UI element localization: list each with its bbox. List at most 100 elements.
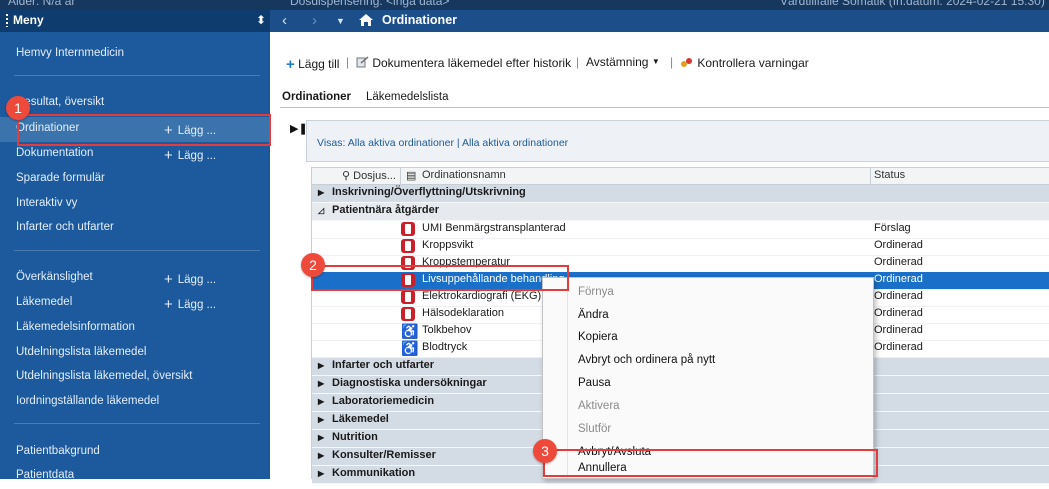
check-warnings-button[interactable]: Kontrollera varningar [680, 55, 809, 70]
wheelchair-icon: ♿ [401, 323, 419, 339]
sidebar-item-resultat[interactable]: Resultat, översikt [0, 91, 270, 116]
sidebar-item-iordningstallande[interactable]: Iordningställande läkemedel [0, 390, 270, 415]
sidebar-item-interaktiv-vy[interactable]: Interaktiv vy [0, 192, 270, 217]
order-icon [401, 239, 415, 253]
sidebar-item-label: Utdelningslista läkemedel [16, 346, 147, 358]
check-warnings-label: Kontrollera varningar [697, 56, 809, 70]
expand-icon[interactable]: ▶ [318, 433, 324, 442]
document-history-button[interactable]: Dokumentera läkemedel efter historik [356, 55, 571, 70]
sidebar-item-lakemedelsinformation[interactable]: Läkemedelsinformation [0, 316, 270, 341]
expand-icon[interactable]: ▶ [318, 379, 324, 388]
order-status: Ordinerad [874, 239, 923, 251]
plus-icon: + [164, 271, 173, 288]
menu-item-andra[interactable]: Ändra [578, 309, 609, 321]
add-label: Lägg ... [177, 274, 217, 286]
home-icon[interactable] [358, 13, 374, 27]
column-dose-adjust[interactable]: ⚲ Dosjus... [342, 169, 396, 182]
group-label: Laboratoriemedicin [332, 395, 435, 407]
order-status: Ordinerad [874, 341, 923, 353]
patient-age: Ålder: N/a år [8, 0, 76, 8]
order-status: Ordinerad [874, 256, 923, 268]
order-icon [401, 222, 415, 236]
sidebar-item-label: Iordningställande läkemedel [16, 395, 160, 407]
sidebar-add-overkanslighet[interactable]: + Lägg ... [164, 270, 217, 288]
sidebar-item-label: Dokumentation [16, 147, 94, 159]
table-row[interactable]: Kroppsvikt Ordinerad [312, 238, 1049, 256]
order-name: Blodtryck [422, 341, 468, 353]
grip-icon[interactable] [6, 14, 8, 27]
highlight-selected-row [311, 265, 569, 291]
sidebar-item-label: Interaktiv vy [16, 197, 78, 209]
expand-icon[interactable]: ▶ [318, 469, 324, 478]
window-title-bar: Ålder: N/a år Dosdispensering: <inga dat… [0, 0, 1049, 10]
add-label: Lägg ... [177, 299, 217, 311]
dose-column-icon: ⚲ [342, 170, 351, 182]
order-status: Ordinerad [874, 273, 923, 285]
collapse-icon[interactable]: ◿ [318, 206, 324, 215]
sidebar-item-label: Utdelningslista läkemedel, översikt [16, 370, 193, 382]
expand-icon[interactable]: ▶ [318, 397, 324, 406]
group-label: Kommunikation [332, 467, 416, 479]
group-label: Infarter och utfarter [332, 359, 435, 371]
table-row[interactable]: UMI Benmärgstransplanterad Förslag [312, 221, 1049, 239]
wheelchair-icon: ♿ [401, 340, 419, 356]
page-title: Ordinationer [382, 13, 458, 27]
column-ordinationsnamn[interactable]: Ordinationsnamn [422, 169, 506, 181]
sidebar-add-lakemedel[interactable]: + Lägg ... [164, 295, 217, 313]
highlight-annullera [543, 449, 878, 477]
reconcile-label: Avstämning [586, 55, 649, 69]
plus-icon: + [164, 147, 173, 164]
expand-icon[interactable]: ▶ [318, 188, 324, 197]
forward-icon[interactable]: › [312, 12, 317, 29]
column-label: Dosjus... [353, 170, 396, 182]
group-row-inskrivning[interactable]: ▶ Inskrivning/Överflyttning/Utskrivning [312, 185, 1049, 203]
pin-icon[interactable]: ⬍ [256, 13, 266, 27]
group-label: Nutrition [332, 431, 378, 443]
menu-item-kopiera[interactable]: Kopiera [578, 331, 618, 343]
step-badge-2: 2 [301, 253, 325, 277]
menu-item-pausa[interactable]: Pausa [578, 377, 611, 389]
column-divider [400, 168, 401, 184]
group-label: Patientnära åtgärder [332, 204, 439, 216]
sidebar-item-utdelningslista-oversikt[interactable]: Utdelningslista läkemedel, översikt [0, 365, 270, 390]
expand-icon[interactable]: ▶ [318, 361, 324, 370]
group-row-patientnara[interactable]: ◿ Patientnära åtgärder [312, 203, 1049, 221]
warning-icon [681, 58, 692, 67]
sidebar-item-lakemedel[interactable]: Läkemedel + Lägg ... [0, 291, 270, 316]
dropdown-icon[interactable]: ▼ [336, 16, 345, 26]
sidebar-item-infarter[interactable]: Infarter och utfarter [0, 216, 270, 241]
add-button-label: Lägg till [298, 57, 340, 71]
tab-lakemedelslista[interactable]: Läkemedelslista [366, 91, 448, 103]
expand-icon[interactable]: ▶ [318, 415, 324, 424]
sidebar-add-dokumentation[interactable]: + Lägg ... [164, 146, 217, 164]
reconcile-button[interactable]: Avstämning ▼ [586, 55, 660, 69]
order-status: Ordinerad [874, 307, 923, 319]
step-badge-3: 3 [533, 439, 557, 463]
plus-icon: + [286, 56, 295, 73]
tab-ordinationer[interactable]: Ordinationer [282, 91, 351, 103]
menu-item-aktivera[interactable]: Aktivera [578, 400, 620, 412]
sidebar-item-sparade-formular[interactable]: Sparade formulär [0, 167, 270, 192]
column-icon[interactable]: ▤ [406, 169, 416, 182]
sidebar-item-utdelningslista[interactable]: Utdelningslista läkemedel [0, 341, 270, 366]
sidebar-item-overkanslighet[interactable]: Överkänslighet + Lägg ... [0, 266, 270, 291]
sidebar-item-hemvy[interactable]: Hemvy Internmedicin [0, 42, 270, 67]
filter-text[interactable]: Visas: Alla aktiva ordinationer | Alla a… [317, 137, 568, 149]
back-icon[interactable]: ‹ [282, 12, 287, 29]
add-button[interactable]: + Lägg till [286, 55, 340, 73]
menu-item-avbryt-ordinera[interactable]: Avbryt och ordinera på nytt [578, 354, 715, 366]
document-icon [356, 56, 369, 68]
sidebar-item-patientdata[interactable]: Patientdata [0, 464, 270, 489]
group-label: Inskrivning/Överflyttning/Utskrivning [332, 186, 526, 198]
sidebar-item-patientbakgrund[interactable]: Patientbakgrund [0, 440, 270, 465]
expand-icon[interactable]: ▶ [318, 451, 324, 460]
sidebar-item-label: Patientbakgrund [16, 445, 100, 457]
sidebar-item-label: Överkänslighet [16, 271, 93, 283]
order-name: UMI Benmärgstransplanterad [422, 222, 566, 234]
add-label: Lägg ... [177, 150, 217, 162]
column-status[interactable]: Status [874, 169, 905, 181]
sidebar-divider [14, 423, 260, 424]
highlight-ordinationer [17, 114, 271, 146]
menu-item-fornya[interactable]: Förnya [578, 286, 614, 298]
menu-item-slutfor[interactable]: Slutför [578, 423, 611, 435]
